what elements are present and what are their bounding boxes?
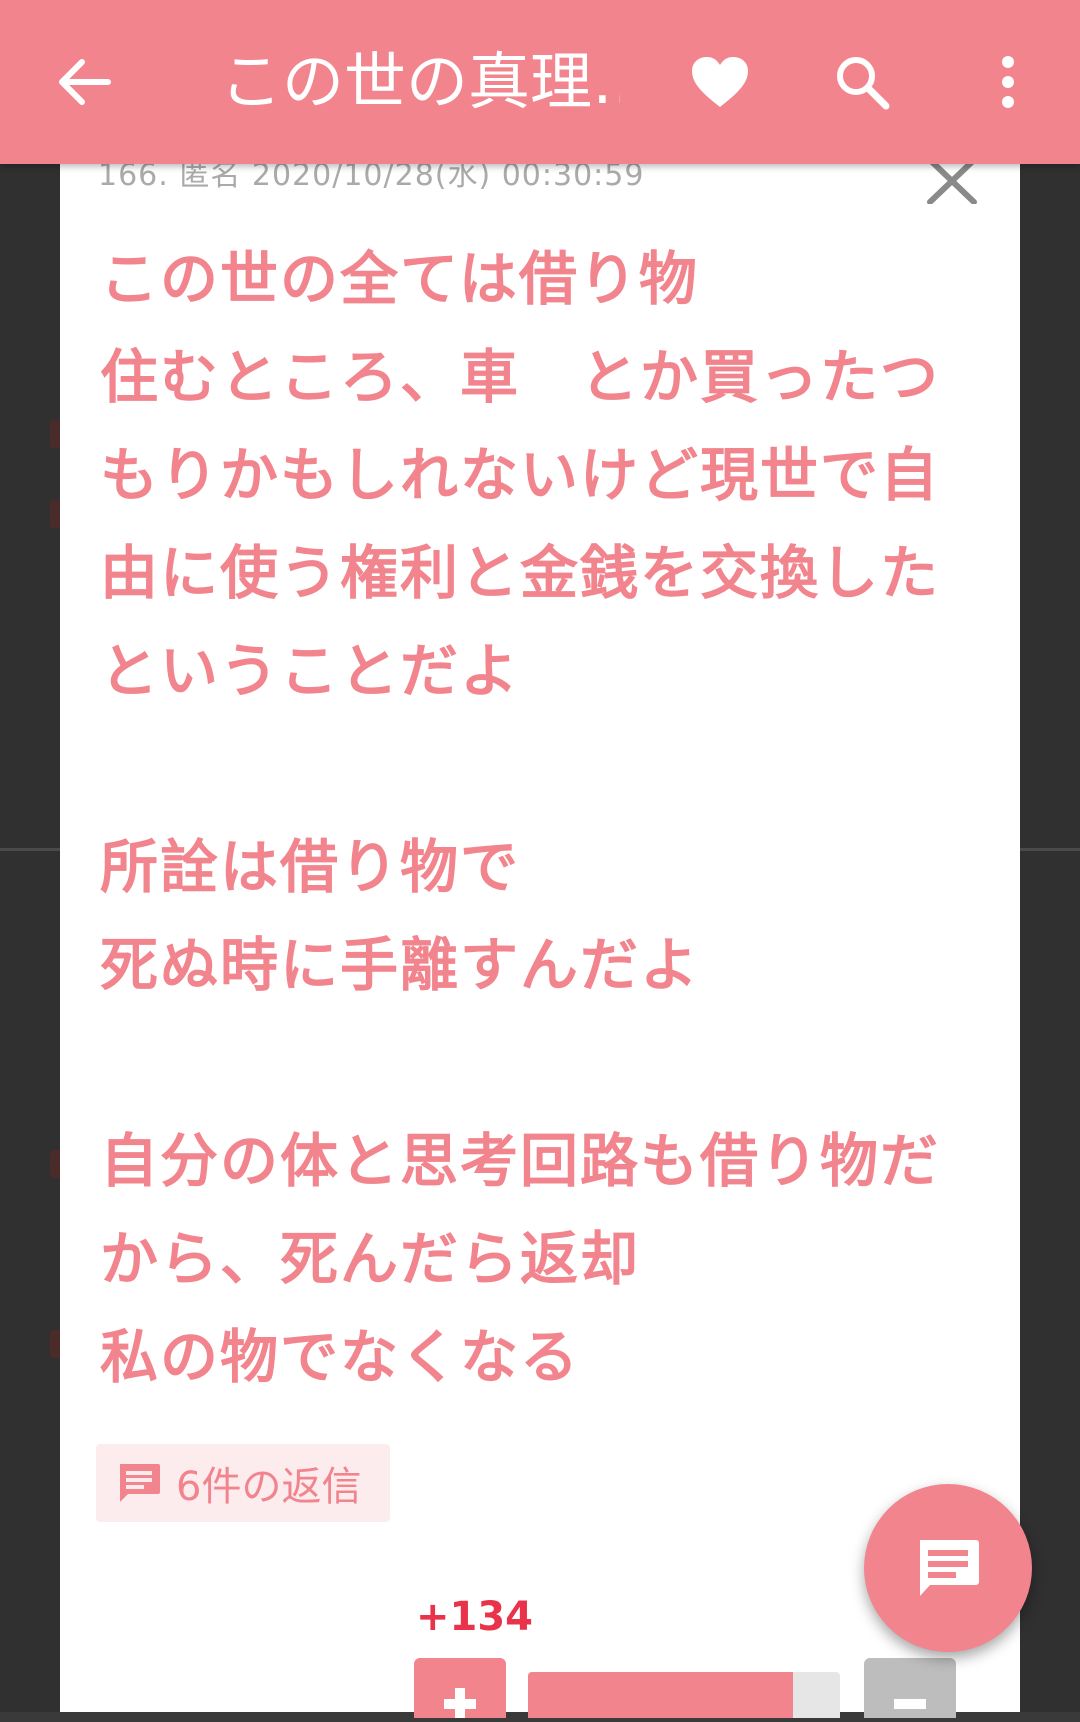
comment-icon (920, 1540, 979, 1596)
comment-line: 住むところ、車 とか買ったつ (100, 343, 941, 411)
heart-icon (692, 57, 748, 107)
app-bar: この世の真理… (0, 0, 1080, 164)
close-icon[interactable] (920, 158, 984, 204)
arrow-left-icon (59, 59, 111, 105)
upvote-button[interactable] (414, 1658, 506, 1718)
back-button[interactable] (44, 42, 124, 122)
minus-icon (894, 1699, 926, 1709)
more-vertical-icon (1002, 56, 1014, 108)
write-comment-fab[interactable] (864, 1484, 1032, 1652)
favorite-button[interactable] (680, 42, 760, 122)
page-title: この世の真理… (220, 45, 620, 118)
comment-line: 私の物でなくなる (100, 1323, 581, 1391)
comment-line: 自分の体と思考回路も借り物だ (100, 1127, 941, 1195)
replies-button[interactable]: 6件の返信 (96, 1444, 390, 1522)
comment-line: 死ぬ時に手離すんだよ (100, 931, 701, 999)
comment-line (100, 1014, 1000, 1112)
comment-line: 所詮は借り物で (100, 833, 521, 901)
comment-line: ということだよ (100, 637, 521, 705)
more-options-button[interactable] (968, 42, 1048, 122)
comment-card: 166. 匿名 2020/10/28(水) 00:30:59 この世の全ては借り… (60, 158, 1020, 1718)
comment-line: もりかもしれないけど現世で自 (100, 441, 941, 509)
comment-line (100, 720, 1000, 818)
replies-label: 6件の返信 (176, 1464, 362, 1510)
comment-body: この世の全ては借り物 住むところ、車 とか買ったつ もりかもしれないけど現世で自… (100, 230, 1000, 1406)
comment-icon (120, 1464, 160, 1502)
search-icon (837, 57, 890, 110)
comment-line: この世の全ては借り物 (100, 245, 699, 313)
comment-line: 由に使う権利と金銭を交換した (100, 539, 941, 607)
plus-icon (444, 1688, 476, 1718)
vote-ratio-bar (528, 1672, 840, 1718)
comment-line: から、死んだら返却 (100, 1225, 641, 1293)
vote-ratio-fill (528, 1672, 794, 1718)
search-button[interactable] (822, 42, 902, 122)
downvote-button[interactable] (864, 1658, 956, 1718)
vote-score: +134 (416, 1594, 534, 1640)
